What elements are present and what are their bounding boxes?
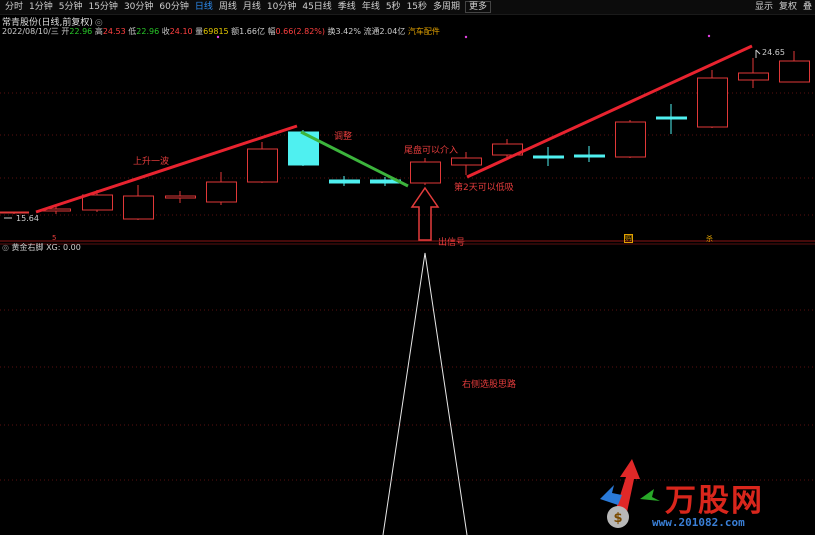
annotation-adjust: 调整	[334, 132, 353, 142]
watermark-url: www.201082.com	[652, 516, 745, 529]
annotation-signal: 出信号	[438, 238, 466, 248]
candle	[123, 185, 154, 220]
marker-dot	[216, 35, 220, 39]
candle	[656, 104, 687, 134]
indicator-value: XG: 0.00	[46, 243, 81, 252]
indicator-settings-icon[interactable]: ◎	[2, 243, 9, 252]
high-price-label: 24.65	[762, 48, 785, 57]
candle	[574, 146, 605, 162]
annotation-right-side: 右侧选股思路	[462, 380, 517, 390]
candle	[410, 158, 441, 185]
annotation-tail-entry: 尾盘可以介入	[404, 146, 459, 156]
marker-5: 5	[52, 234, 57, 242]
candle	[738, 58, 769, 88]
candle	[615, 120, 646, 158]
marker-dot	[707, 34, 711, 38]
signal-arrow-icon	[410, 186, 440, 241]
candle	[329, 176, 360, 186]
candle	[288, 130, 319, 166]
marker-dot	[464, 35, 468, 39]
marker-sell: 杀	[706, 235, 713, 243]
candle	[247, 142, 278, 183]
candle	[206, 172, 237, 205]
candle	[165, 191, 196, 203]
watermark-text: 万股网	[665, 483, 764, 519]
high-arrow-icon	[755, 49, 761, 58]
annotation-rise: 上升一波	[133, 157, 170, 167]
low-price-label: 15.64	[16, 214, 39, 223]
candle	[697, 70, 728, 128]
indicator-spike	[382, 252, 468, 535]
indicator-name: 黄金右脚	[11, 243, 44, 252]
indicator-title: ◎ 黄金右脚 XG: 0.00	[2, 242, 81, 253]
annotation-second-day: 第2天可以低吸	[454, 183, 514, 193]
svg-text:$: $	[613, 511, 622, 526]
candle	[533, 147, 564, 166]
marker-buy: 购	[624, 234, 633, 243]
